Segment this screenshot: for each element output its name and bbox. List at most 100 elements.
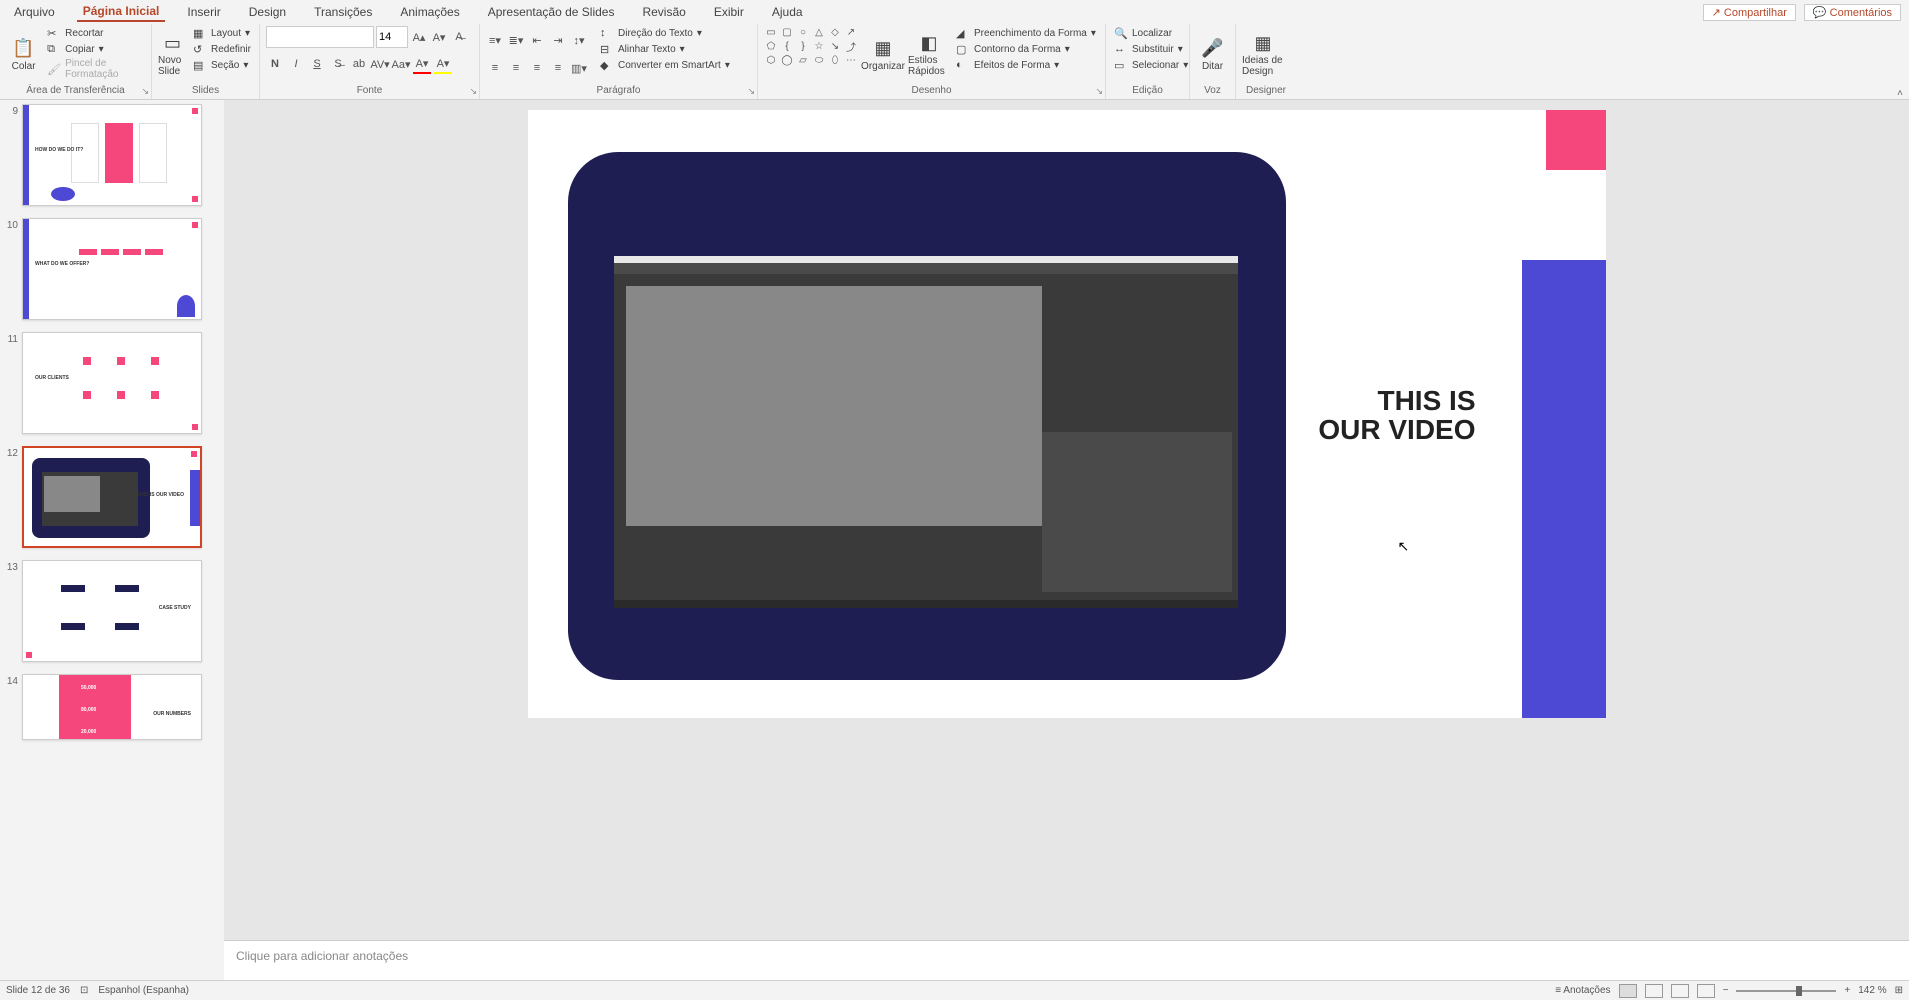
tab-arquivo[interactable]: Arquivo <box>8 3 61 21</box>
highlight-button[interactable]: A▾ <box>434 54 452 74</box>
format-painter-button[interactable]: 🖌Pincel de Formatação <box>45 58 145 80</box>
shape-fill-button[interactable]: ◢Preenchimento da Forma ▾ <box>954 26 1098 40</box>
shadow-button[interactable]: ab <box>350 54 368 74</box>
zoom-slider[interactable] <box>1736 990 1836 992</box>
ribbon-tabs: Arquivo Página Inicial Inserir Design Tr… <box>0 0 1909 24</box>
group-editing-label: Edição <box>1112 85 1183 97</box>
thumb-number: 14 <box>4 674 18 687</box>
decrease-indent-button[interactable]: ⇤ <box>528 30 546 50</box>
notes-toggle[interactable]: ≡ Anotações <box>1555 985 1610 996</box>
zoom-out-button[interactable]: − <box>1723 985 1729 996</box>
align-text-button[interactable]: ⊟Alinhar Texto ▾ <box>598 42 732 56</box>
arrange-button[interactable]: ▦ Organizar <box>862 26 904 82</box>
language-indicator[interactable]: Espanhol (Espanha) <box>98 985 189 996</box>
normal-view-button[interactable] <box>1619 984 1637 998</box>
decrease-font-button[interactable]: A▾ <box>430 26 448 48</box>
slide-title-text[interactable]: THIS IS OUR VIDEO <box>1318 386 1475 445</box>
video-placeholder[interactable] <box>568 152 1286 680</box>
paste-button[interactable]: 📋 Colar <box>6 26 41 82</box>
tab-design[interactable]: Design <box>243 3 292 21</box>
clipboard-launcher[interactable]: ↘ <box>141 86 149 97</box>
underline-button[interactable]: S <box>308 54 326 74</box>
text-direction-button[interactable]: ↕Direção do Texto ▾ <box>598 26 732 40</box>
slide-thumb-14[interactable]: 50,000 80,000 20,000 OUR NUMBERS <box>22 674 202 740</box>
slide-thumb-11[interactable]: OUR CLIENTS <box>22 332 202 434</box>
align-center-button[interactable]: ≡ <box>507 58 525 78</box>
reading-view-button[interactable] <box>1671 984 1689 998</box>
shape-outline-button[interactable]: ▢Contorno da Forma ▾ <box>954 42 1098 56</box>
new-slide-button[interactable]: ▭ Novo Slide <box>158 26 187 82</box>
strike-button[interactable]: S̶ <box>329 54 347 74</box>
smartart-icon: ◆ <box>600 58 614 72</box>
select-button[interactable]: ▭Selecionar ▾ <box>1112 58 1190 72</box>
numbering-button[interactable]: ≣▾ <box>507 30 525 50</box>
accessibility-icon[interactable]: ⊡ <box>80 985 88 996</box>
clear-format-button[interactable]: A̶ <box>450 26 468 48</box>
tab-home[interactable]: Página Inicial <box>77 2 166 22</box>
align-left-button[interactable]: ≡ <box>486 58 504 78</box>
slide-thumb-13[interactable]: CASE STUDY <box>22 560 202 662</box>
font-launcher[interactable]: ↘ <box>469 86 477 97</box>
justify-button[interactable]: ≡ <box>549 58 567 78</box>
paragraph-launcher[interactable]: ↘ <box>747 86 755 97</box>
shapes-gallery[interactable]: ▭▢○△◇↗ ⬠{}☆↘⤴ ⬡◯▱⬭⬯⋯ <box>764 26 858 66</box>
replace-button[interactable]: ↔Substituir ▾ <box>1112 42 1190 56</box>
fit-to-window-button[interactable]: ⊞ <box>1895 985 1903 996</box>
zoom-in-button[interactable]: + <box>1844 985 1850 996</box>
slide-counter: Slide 12 de 36 <box>6 985 70 996</box>
line-spacing-button[interactable]: ↕▾ <box>570 30 588 50</box>
increase-indent-button[interactable]: ⇥ <box>549 30 567 50</box>
font-name-input[interactable] <box>266 26 374 48</box>
tab-review[interactable]: Revisão <box>636 3 691 21</box>
zoom-level[interactable]: 142 % <box>1858 985 1886 996</box>
drawing-launcher[interactable]: ↘ <box>1095 86 1103 97</box>
find-button[interactable]: 🔍Localizar <box>1112 26 1190 40</box>
collapse-ribbon-button[interactable]: ˄ <box>1891 24 1909 99</box>
group-drawing-label: Desenho <box>764 85 1099 97</box>
section-button[interactable]: ▤Seção ▾ <box>191 58 253 72</box>
change-case-button[interactable]: Aa▾ <box>392 54 410 74</box>
comments-button[interactable]: 💬 Comentários <box>1804 4 1901 21</box>
bold-button[interactable]: N <box>266 54 284 74</box>
font-size-input[interactable] <box>376 26 408 48</box>
copy-icon: ⧉ <box>47 42 61 56</box>
share-button[interactable]: ↗ Compartilhar <box>1703 4 1796 21</box>
font-color-button[interactable]: A▾ <box>413 54 431 74</box>
notes-pane[interactable]: Clique para adicionar anotações <box>224 940 1909 980</box>
reset-button[interactable]: ↺Redefinir <box>191 42 253 56</box>
shape-effects-button[interactable]: ◐Efeitos de Forma ▾ <box>954 58 1098 72</box>
align-right-button[interactable]: ≡ <box>528 58 546 78</box>
increase-font-button[interactable]: A▴ <box>410 26 428 48</box>
tab-slideshow[interactable]: Apresentação de Slides <box>482 3 621 21</box>
slide-editor: THIS IS OUR VIDEO ↖ Clique para adiciona… <box>224 100 1909 980</box>
columns-button[interactable]: ▥▾ <box>570 58 588 78</box>
slide-thumb-12[interactable]: THIS IS OUR VIDEO <box>22 446 202 548</box>
layout-icon: ▦ <box>193 26 207 40</box>
convert-smartart-button[interactable]: ◆Converter em SmartArt ▾ <box>598 58 732 72</box>
layout-button[interactable]: ▦Layout ▾ <box>191 26 253 40</box>
design-ideas-button[interactable]: ▦ Ideias de Design <box>1242 26 1284 82</box>
tab-help[interactable]: Ajuda <box>766 3 809 21</box>
bullets-button[interactable]: ≡▾ <box>486 30 504 50</box>
cut-button[interactable]: ✂Recortar <box>45 26 145 40</box>
group-voice-label: Voz <box>1196 85 1229 97</box>
char-spacing-button[interactable]: AV▾ <box>371 54 389 74</box>
tab-animations[interactable]: Animações <box>394 3 465 21</box>
slide-thumbnail-panel[interactable]: 9 HOW DO WE DO IT? 10 WHA <box>0 100 224 980</box>
tab-transitions[interactable]: Transições <box>308 3 378 21</box>
dictate-button[interactable]: 🎤 Ditar <box>1196 26 1229 82</box>
tab-insert[interactable]: Inserir <box>181 3 226 21</box>
workspace: 9 HOW DO WE DO IT? 10 WHA <box>0 100 1909 980</box>
quick-styles-button[interactable]: ◧ Estilos Rápidos <box>908 26 950 82</box>
current-slide[interactable]: THIS IS OUR VIDEO ↖ <box>528 110 1606 718</box>
blue-sidebar[interactable] <box>1522 260 1606 718</box>
slideshow-view-button[interactable] <box>1697 984 1715 998</box>
tab-view[interactable]: Exibir <box>708 3 750 21</box>
pink-square[interactable] <box>1546 110 1606 170</box>
slide-thumb-9[interactable]: HOW DO WE DO IT? <box>22 104 202 206</box>
copy-button[interactable]: ⧉Copiar ▾ <box>45 42 145 56</box>
thumb-number: 13 <box>4 560 18 573</box>
slide-thumb-10[interactable]: WHAT DO WE OFFER? <box>22 218 202 320</box>
italic-button[interactable]: I <box>287 54 305 74</box>
sorter-view-button[interactable] <box>1645 984 1663 998</box>
